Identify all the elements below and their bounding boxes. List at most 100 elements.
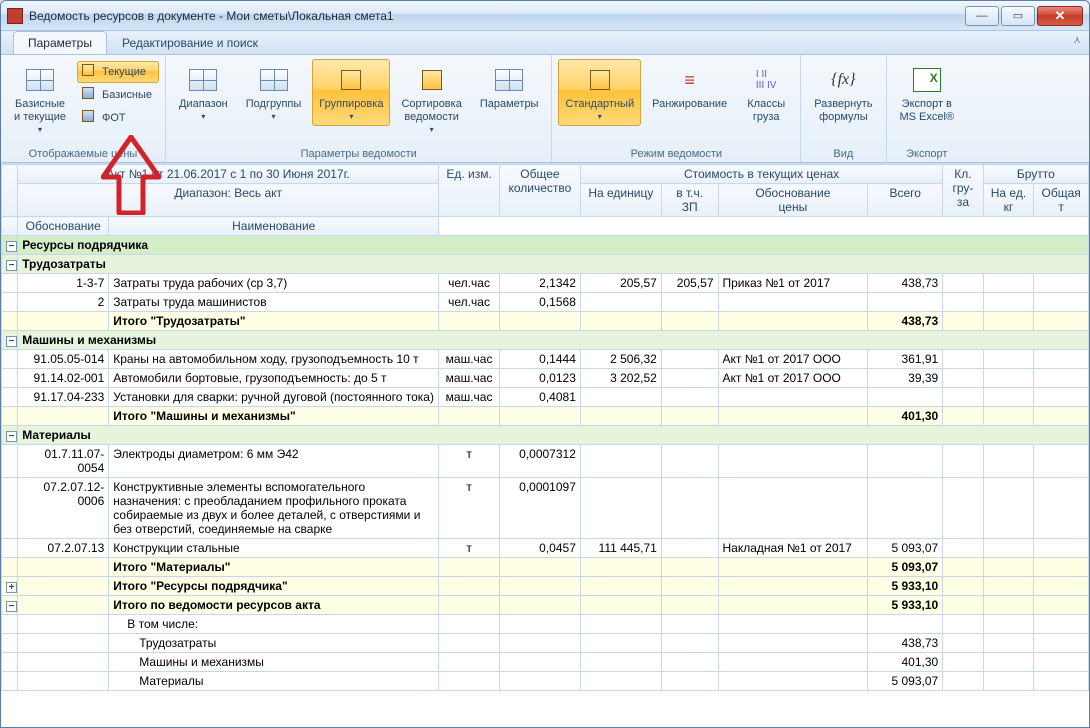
group-row[interactable]: −Машины и механизмы [2, 331, 1089, 350]
close-button[interactable]: ✕ [1037, 6, 1083, 26]
table-row[interactable]: 07.2.07.12-0006Конструктивные элементы в… [2, 478, 1089, 539]
btn-sort[interactable]: Сортировка ведомости▾ [394, 59, 468, 139]
ribbon: Базисные и текущие ▾ Текущие Базисные ФО… [1, 55, 1089, 163]
range-icon [189, 69, 217, 91]
ribbon-group-params: Диапазон▾ Подгруппы▾ Группировка▾ Сортир… [166, 55, 552, 162]
table-row[interactable]: 91.05.05-014Краны на автомобильном ходу,… [2, 350, 1089, 369]
titlebar: Ведомость ресурсов в документе - Мои сме… [1, 1, 1089, 31]
table-row[interactable]: 01.7.11.07-0054Электроды диаметром: 6 мм… [2, 445, 1089, 478]
btn-cargo-classes[interactable]: I IIIII IVКлассы груза [738, 59, 794, 129]
collapse-icon[interactable]: − [6, 431, 17, 442]
hdr-brt: Общая т [1034, 184, 1089, 217]
group-label-mode: Режим ведомости [558, 146, 794, 160]
hdr-naim: Наименование [109, 217, 439, 236]
btn-base-and-current[interactable]: Базисные и текущие ▾ [7, 59, 73, 139]
table-row: В том числе: [2, 615, 1089, 634]
standard-icon [590, 70, 610, 90]
window-title: Ведомость ресурсов в документе - Мои сме… [29, 9, 965, 23]
options-icon [495, 69, 523, 91]
hdr-info2: Диапазон: Весь акт [18, 184, 439, 217]
chevron-down-icon: ▾ [272, 112, 276, 121]
group-label-params: Параметры ведомости [172, 146, 545, 160]
group-label-export: Экспорт [893, 146, 962, 160]
table-row: Материалы5 093,07 [2, 672, 1089, 691]
group-label-view: Вид [807, 146, 879, 160]
fx-icon: {fx} [831, 71, 855, 89]
table-row: Трудозатраты438,73 [2, 634, 1089, 653]
chevron-down-icon: ▾ [349, 112, 353, 121]
collapse-icon[interactable]: − [6, 336, 17, 347]
group-row[interactable]: −Материалы [2, 426, 1089, 445]
group-row[interactable]: −Трудозатраты [2, 255, 1089, 274]
hdr-pricebasis: Обоснование цены [718, 184, 868, 217]
hdr-zp: в т.ч. ЗП [661, 184, 718, 217]
subtotal-row: +Итого "Ресурсы подрядчика"5 933,10 [2, 577, 1089, 596]
ribbon-group-export: Экспорт в MS Excel® Экспорт [887, 55, 968, 162]
square-icon [82, 110, 94, 122]
app-icon [7, 8, 23, 24]
chevron-down-icon: ▾ [598, 112, 602, 121]
btn-expand-formulas[interactable]: {fx}Развернуть формулы [807, 59, 879, 129]
group-row[interactable]: −Ресурсы подрядчика [2, 236, 1089, 255]
btn-grouping[interactable]: Группировка▾ [312, 59, 390, 126]
sort-icon [422, 70, 442, 90]
grid-icon [26, 69, 54, 91]
hdr-brutto: Брутто [983, 165, 1088, 184]
btn-ranking[interactable]: ≡Ранжирование [645, 59, 734, 116]
ranking-icon: ≡ [684, 70, 695, 91]
minimize-button[interactable]: — [965, 6, 999, 26]
hdr-unit: На единицу [580, 184, 661, 217]
square-icon [82, 87, 94, 99]
btn-fot[interactable]: ФОТ [77, 107, 159, 129]
hdr-cost: Стоимость в текущих ценах [580, 165, 942, 184]
hdr-info1: Акт №1 от 21.06.2017 с 1 по 30 Июня 2017… [18, 165, 439, 184]
subgroups-icon [260, 69, 288, 91]
subtotal-row: Итого "Трудозатраты"438,73 [2, 312, 1089, 331]
hdr-class: Кл. гру- за [943, 165, 983, 217]
table-row[interactable]: 2Затраты труда машинистовчел.час0,1568 [2, 293, 1089, 312]
subtotal-row: Итого "Машины и механизмы"401,30 [2, 407, 1089, 426]
btn-options[interactable]: Параметры [473, 59, 546, 116]
collapse-icon[interactable]: − [6, 260, 17, 271]
chevron-down-icon: ▾ [38, 125, 42, 134]
hdr-obosn: Обоснование [18, 217, 109, 236]
tab-parameters[interactable]: Параметры [13, 31, 107, 54]
chevron-down-icon: ▾ [201, 112, 205, 121]
expand-icon[interactable]: + [6, 582, 17, 593]
tab-edit-search[interactable]: Редактирование и поиск [107, 31, 273, 54]
maximize-button[interactable]: ▭ [1001, 6, 1035, 26]
app-window: Ведомость ресурсов в документе - Мои сме… [0, 0, 1090, 728]
table-row[interactable]: 91.14.02-001Автомобили бортовые, грузопо… [2, 369, 1089, 388]
chevron-down-icon: ▾ [430, 125, 434, 134]
resources-table: Акт №1 от 21.06.2017 с 1 по 30 Июня 2017… [1, 164, 1089, 691]
table-row[interactable]: 1-3-7Затраты труда рабочих (ср 3,7)чел.ч… [2, 274, 1089, 293]
ribbon-group-mode: Стандартный▾ ≡Ранжирование I IIIII IVКла… [552, 55, 801, 162]
group-icon [341, 70, 361, 90]
grid-container[interactable]: Акт №1 от 21.06.2017 с 1 по 30 Июня 2017… [1, 163, 1089, 727]
collapse-icon[interactable]: − [6, 601, 17, 612]
hdr-ed: Ед. изм. [439, 165, 500, 217]
btn-standard[interactable]: Стандартный▾ [558, 59, 641, 126]
hdr-bre: На ед. кг [983, 184, 1034, 217]
group-label-prices: Отображаемые цены [7, 146, 159, 160]
ribbon-group-prices: Базисные и текущие ▾ Текущие Базисные ФО… [1, 55, 166, 162]
hdr-qty: Общее количество [499, 165, 580, 217]
collapse-icon[interactable]: − [6, 241, 17, 252]
table-row: Машины и механизмы401,30 [2, 653, 1089, 672]
classes-icon: I IIIII IV [756, 69, 777, 91]
btn-export-excel[interactable]: Экспорт в MS Excel® [893, 59, 962, 129]
excel-icon [913, 68, 941, 92]
table-row[interactable]: 91.17.04-233Установки для сварки: ручной… [2, 388, 1089, 407]
grand-total-row: −Итого по ведомости ресурсов акта5 933,1… [2, 596, 1089, 615]
btn-range[interactable]: Диапазон▾ [172, 59, 235, 126]
btn-current-prices[interactable]: Текущие [77, 61, 159, 83]
subtotal-row: Итого "Материалы"5 093,07 [2, 558, 1089, 577]
hdr-total: Всего [868, 184, 943, 217]
btn-subgroups[interactable]: Подгруппы▾ [239, 59, 309, 126]
ribbon-tabs: Параметры Редактирование и поиск ⋏ [1, 31, 1089, 55]
square-icon [82, 64, 94, 76]
ribbon-group-view: {fx}Развернуть формулы Вид [801, 55, 886, 162]
btn-base-prices[interactable]: Базисные [77, 84, 159, 106]
table-row[interactable]: 07.2.07.13Конструкции стальныет0,0457111… [2, 539, 1089, 558]
ribbon-collapse-icon[interactable]: ⋏ [1074, 35, 1081, 46]
